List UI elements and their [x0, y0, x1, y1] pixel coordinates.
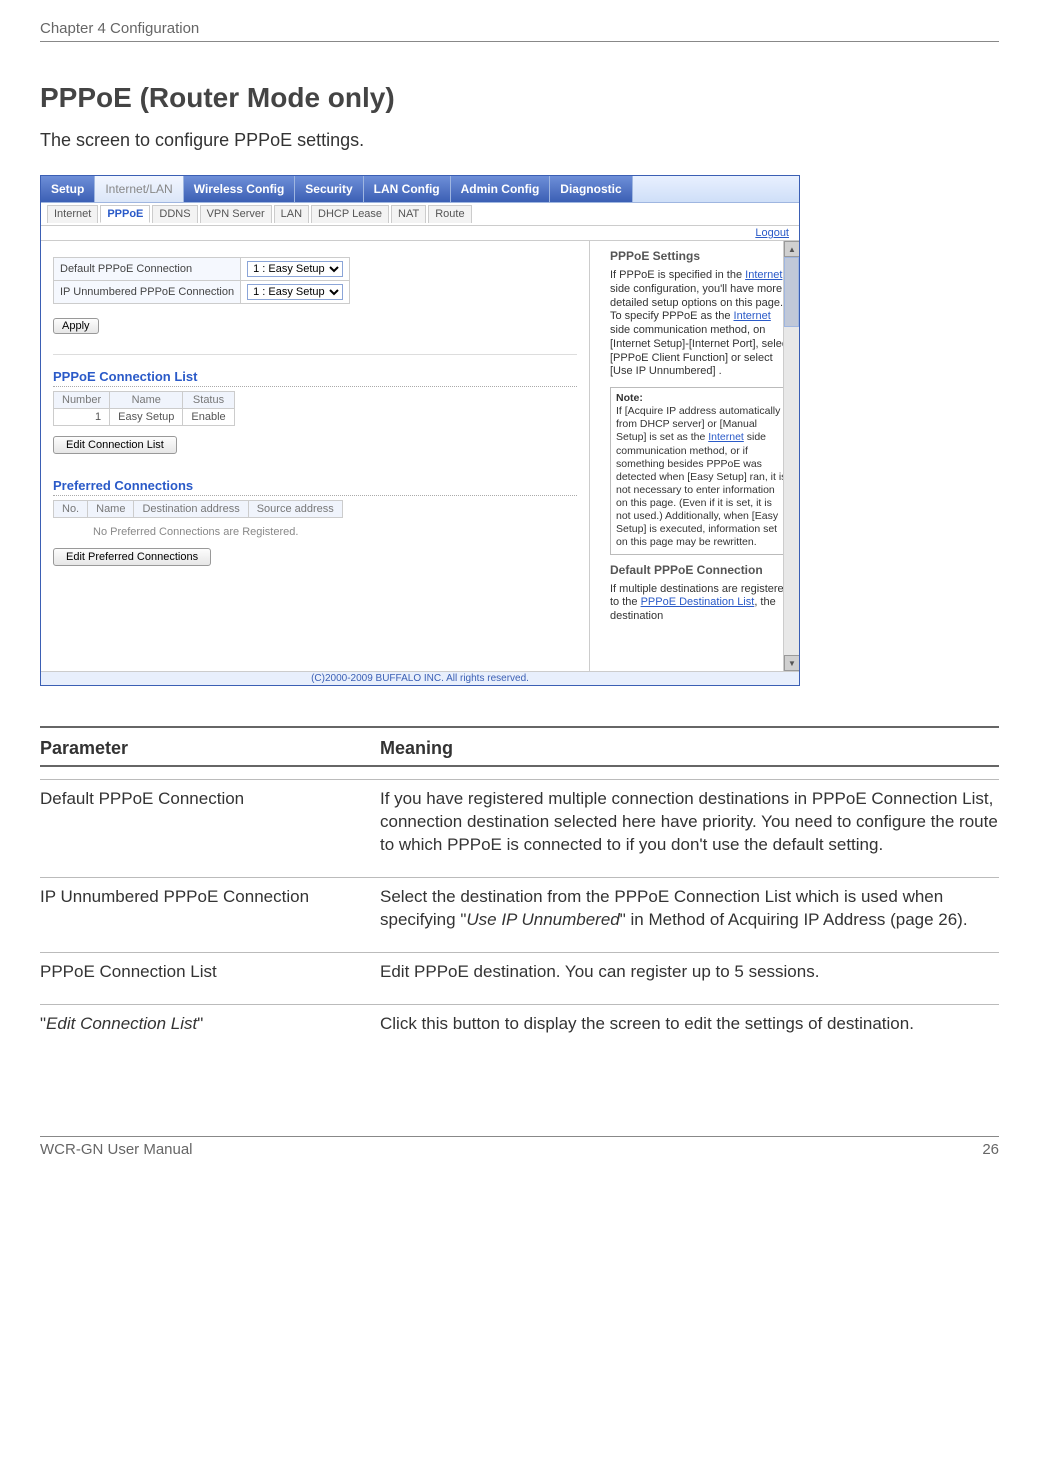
footer-page-number: 26	[982, 1141, 999, 1158]
pm-meaning-0: If you have registered multiple connecti…	[380, 788, 999, 857]
router-screenshot: Setup Internet/LAN Wireless Config Secur…	[40, 175, 800, 686]
tab-internet-lan[interactable]: Internet/LAN	[95, 176, 183, 202]
footer-manual: WCR-GN User Manual	[40, 1141, 193, 1158]
subtab-dhcp[interactable]: DHCP Lease	[311, 205, 389, 223]
help-paragraph-2: If multiple destinations are registered …	[610, 583, 793, 624]
col-pname: Name	[88, 501, 134, 518]
subtab-route[interactable]: Route	[428, 205, 471, 223]
col-status: Status	[183, 392, 234, 409]
pm-meaning-2: Edit PPPoE destination. You can register…	[380, 961, 999, 984]
help-paragraph-1: If PPPoE is specified in the Internet si…	[610, 269, 793, 379]
sub-tab-bar: Internet PPPoE DDNS VPN Server LAN DHCP …	[41, 203, 799, 226]
apply-button[interactable]: Apply	[53, 318, 99, 334]
help-note: Note: If [Acquire IP address automatical…	[610, 387, 793, 555]
col-name: Name	[110, 392, 183, 409]
select-default-conn[interactable]: 1 : Easy Setup	[247, 261, 343, 277]
pm-param-1: IP Unnumbered PPPoE Connection	[40, 886, 380, 932]
pm-head-parameter: Parameter	[40, 738, 380, 759]
tab-security[interactable]: Security	[295, 176, 363, 202]
top-tab-bar: Setup Internet/LAN Wireless Config Secur…	[41, 176, 799, 203]
tab-diagnostic[interactable]: Diagnostic	[550, 176, 632, 202]
header-chapter: Chapter 4 Configuration	[40, 20, 199, 37]
page-title: PPPoE (Router Mode only)	[40, 82, 999, 114]
col-src: Source address	[248, 501, 342, 518]
help-subtitle: Default PPPoE Connection	[610, 563, 793, 577]
edit-conn-list-button[interactable]: Edit Connection List	[53, 436, 177, 454]
heading-conn-list: PPPoE Connection List	[53, 365, 577, 387]
tab-lan-config[interactable]: LAN Config	[364, 176, 451, 202]
col-number: Number	[54, 392, 110, 409]
pm-param-0: Default PPPoE Connection	[40, 788, 380, 857]
help-link-internet-1[interactable]: Internet	[745, 269, 782, 281]
help-title: PPPoE Settings	[610, 249, 793, 263]
subtab-pppoe[interactable]: PPPoE	[100, 205, 150, 223]
subtab-ddns[interactable]: DDNS	[152, 205, 197, 223]
tab-setup[interactable]: Setup	[41, 176, 95, 202]
help-link-internet-2[interactable]: Internet	[734, 310, 771, 322]
help-scrollbar[interactable]: ▲ ▼	[783, 241, 799, 671]
pm-param-2: PPPoE Connection List	[40, 961, 380, 984]
subtab-lan[interactable]: LAN	[274, 205, 309, 223]
pref-empty-text: No Preferred Connections are Registered.	[53, 522, 577, 542]
intro-text: The screen to configure PPPoE settings.	[40, 130, 999, 151]
help-pane: PPPoE Settings If PPPoE is specified in …	[589, 241, 799, 671]
scroll-down-icon[interactable]: ▼	[784, 655, 799, 671]
subtab-vpn[interactable]: VPN Server	[200, 205, 272, 223]
label-default-conn: Default PPPoE Connection	[54, 258, 241, 281]
scroll-up-icon[interactable]: ▲	[784, 241, 799, 257]
logout-link[interactable]: Logout	[755, 227, 789, 239]
shot-footer: (C)2000-2009 BUFFALO INC. All rights res…	[41, 671, 799, 685]
label-ipunnum-conn: IP Unnumbered PPPoE Connection	[54, 281, 241, 304]
help-link-destlist[interactable]: PPPoE Destination List	[641, 596, 755, 608]
pm-meaning-3: Click this button to display the screen …	[380, 1013, 999, 1036]
pm-head-meaning: Meaning	[380, 738, 453, 759]
tab-admin-config[interactable]: Admin Config	[451, 176, 551, 202]
col-dest: Destination address	[134, 501, 248, 518]
pref-table: No. Name Destination address Source addr…	[53, 500, 343, 518]
edit-pref-button[interactable]: Edit Preferred Connections	[53, 548, 211, 566]
help-link-internet-3[interactable]: Internet	[708, 431, 744, 443]
subtab-nat[interactable]: NAT	[391, 205, 426, 223]
scroll-thumb[interactable]	[784, 257, 799, 327]
tab-wireless[interactable]: Wireless Config	[184, 176, 296, 202]
col-no: No.	[54, 501, 88, 518]
select-ipunnum-conn[interactable]: 1 : Easy Setup	[247, 284, 343, 300]
subtab-internet[interactable]: Internet	[47, 205, 98, 223]
conn-list-table: Number Name Status 1 Easy Setup Enable	[53, 391, 235, 426]
table-row: 1 Easy Setup Enable	[54, 409, 235, 426]
pm-meaning-1: Select the destination from the PPPoE Co…	[380, 886, 999, 932]
pm-param-3: "Edit Connection List"	[40, 1013, 380, 1036]
heading-pref-conn: Preferred Connections	[53, 474, 577, 496]
pppoe-form-table: Default PPPoE Connection 1 : Easy Setup …	[53, 257, 350, 304]
